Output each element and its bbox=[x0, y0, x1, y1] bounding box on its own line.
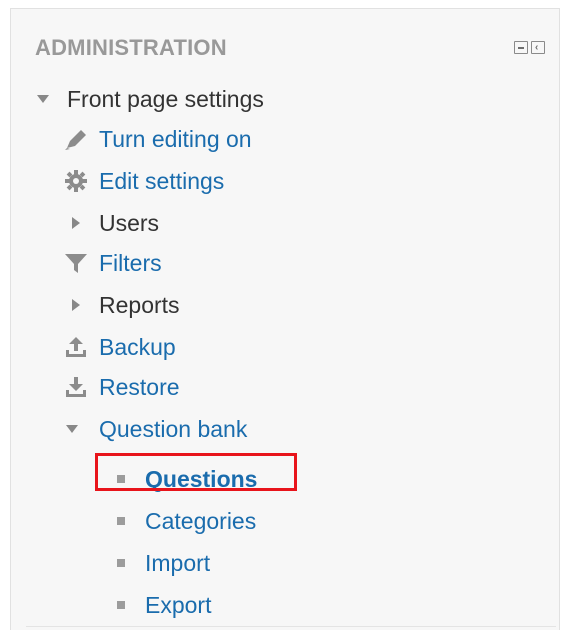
tree-item-turn-editing-on[interactable]: Turn editing on bbox=[61, 123, 252, 155]
dock-block-button[interactable]: ‹ bbox=[531, 41, 545, 54]
download-icon bbox=[61, 375, 91, 399]
divider bbox=[26, 626, 556, 627]
tree-node-front-page-settings[interactable]: Front page settings bbox=[33, 83, 264, 115]
minus-box-icon bbox=[518, 47, 524, 49]
bullet-icon bbox=[105, 559, 125, 567]
triangle-down-icon bbox=[61, 424, 91, 434]
tree-subitem-import[interactable]: Import bbox=[105, 547, 210, 579]
bullet-icon bbox=[105, 517, 125, 525]
block-title: ADMINISTRATION bbox=[35, 35, 227, 60]
page: ADMINISTRATION ‹ Front page settings Tur… bbox=[0, 0, 569, 630]
tree-subitem-questions[interactable]: Questions bbox=[105, 463, 257, 495]
tree-subitem-label[interactable]: Categories bbox=[145, 508, 256, 535]
triangle-right-icon bbox=[61, 298, 91, 312]
tree-item-question-bank[interactable]: Question bank bbox=[61, 413, 247, 445]
tree-subitem-categories[interactable]: Categories bbox=[105, 505, 256, 537]
tree-item-reports[interactable]: Reports bbox=[61, 289, 180, 321]
funnel-icon bbox=[61, 252, 91, 274]
tree-item-label: Reports bbox=[99, 291, 180, 318]
tree-item-label[interactable]: Turn editing on bbox=[99, 126, 252, 153]
bullet-icon bbox=[105, 475, 125, 483]
tree-item-label[interactable]: Question bank bbox=[99, 416, 247, 443]
tree-item-label[interactable]: Restore bbox=[99, 374, 180, 401]
tree-item-backup[interactable]: Backup bbox=[61, 331, 176, 363]
pencil-icon bbox=[61, 128, 91, 150]
tree-subitem-label[interactable]: Questions bbox=[145, 466, 257, 493]
tree-item-edit-settings[interactable]: Edit settings bbox=[61, 165, 224, 197]
tree-item-restore[interactable]: Restore bbox=[61, 371, 180, 403]
tree-node-label: Front page settings bbox=[67, 85, 264, 112]
tree-item-users[interactable]: Users bbox=[61, 207, 159, 239]
tree-item-label[interactable]: Filters bbox=[99, 250, 162, 277]
block-controls: ‹ bbox=[514, 41, 545, 54]
tree-item-label: Users bbox=[99, 209, 160, 236]
triangle-down-icon bbox=[33, 94, 53, 104]
tree-subitem-label[interactable]: Export bbox=[145, 592, 211, 619]
minimize-block-button[interactable] bbox=[514, 41, 528, 54]
tree-item-label[interactable]: Edit settings bbox=[99, 168, 224, 195]
tree-item-filters[interactable]: Filters bbox=[61, 247, 162, 279]
gear-icon bbox=[61, 170, 91, 192]
collapse-left-icon: ‹ bbox=[535, 42, 539, 53]
tree-item-label[interactable]: Backup bbox=[99, 334, 176, 361]
triangle-right-icon bbox=[61, 216, 91, 230]
upload-icon bbox=[61, 335, 91, 359]
tree-subitem-export[interactable]: Export bbox=[105, 589, 211, 621]
administration-block: ADMINISTRATION ‹ Front page settings Tur… bbox=[10, 8, 560, 630]
tree-subitem-label[interactable]: Import bbox=[145, 550, 210, 577]
bullet-icon bbox=[105, 601, 125, 609]
